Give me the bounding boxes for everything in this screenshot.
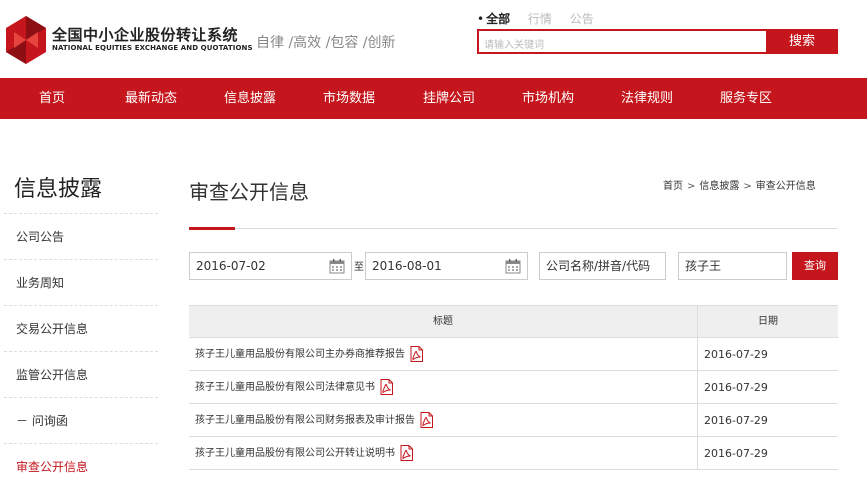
date-range-to-label: 至 (354, 262, 364, 273)
calendar-icon[interactable] (329, 258, 345, 274)
end-date-value: 2016-08-01 (372, 259, 442, 273)
table-header: 标题 日期 (189, 306, 838, 338)
document-date-cell: 2016-07-29 (704, 447, 768, 460)
sidebar-item-regulatory-info[interactable]: 监管公开信息 (4, 351, 158, 397)
document-date-cell: 2016-07-29 (704, 414, 768, 427)
keyword-input[interactable]: 孩子王 (678, 252, 787, 280)
nav-item-laws[interactable]: 法律规则 (621, 78, 673, 119)
sidebar: 信息披露 公司公告 业务周知 交易公开信息 监管公开信息 － 问询函 审查公开信… (0, 119, 160, 499)
search-tab-all[interactable]: 全部 (486, 12, 510, 26)
site-header: 全国中小企业股份转让系统 NATIONAL EQUITIES EXCHANGE … (0, 0, 867, 78)
document-title-cell: 孩子王儿童用品股份有限公司法律意见书 (195, 371, 393, 404)
search-tabs: • 全部 行情 公告 (477, 10, 608, 27)
document-title-link[interactable]: 孩子王儿童用品股份有限公司公开转让说明书 (195, 448, 395, 459)
start-date-value: 2016-07-02 (196, 259, 266, 273)
pdf-icon[interactable] (420, 412, 433, 428)
table-row: 孩子王儿童用品股份有限公司财务报表及审计报告 2016-07-29 (189, 404, 838, 437)
breadcrumb: 首页 > 信息披露 > 审查公开信息 (663, 177, 816, 192)
sidebar-title: 信息披露 (14, 177, 103, 202)
nav-item-services[interactable]: 服务专区 (720, 78, 772, 119)
document-date-cell: 2016-07-29 (704, 348, 768, 361)
sidebar-item-trading-info[interactable]: 交易公开信息 (4, 305, 158, 351)
document-title-cell: 孩子王儿童用品股份有限公司公开转让说明书 (195, 437, 413, 470)
logo-subtitle: NATIONAL EQUITIES EXCHANGE AND QUOTATION… (52, 44, 253, 52)
nav-item-news[interactable]: 最新动态 (125, 78, 177, 119)
main-nav: 首页 最新动态 信息披露 市场数据 挂牌公司 市场机构 法律规则 服务专区 (0, 78, 867, 119)
company-search-field[interactable]: 公司名称/拼音/代码 (539, 252, 666, 280)
pdf-icon[interactable] (400, 445, 413, 461)
page-title: 审查公开信息 (189, 180, 309, 204)
search-input[interactable]: 请输入关键词 (477, 29, 766, 54)
query-button[interactable]: 查询 (792, 252, 838, 280)
document-date-cell: 2016-07-29 (704, 381, 768, 394)
start-date-field[interactable]: 2016-07-02 (189, 252, 352, 280)
document-title-cell: 孩子王儿童用品股份有限公司财务报表及审计报告 (195, 404, 433, 437)
document-title-link[interactable]: 孩子王儿童用品股份有限公司财务报表及审计报告 (195, 415, 415, 426)
document-title-link[interactable]: 孩子王儿童用品股份有限公司法律意见书 (195, 382, 375, 393)
document-title-link[interactable]: 孩子王儿童用品股份有限公司主办券商推荐报告 (195, 349, 405, 360)
title-divider (189, 228, 838, 229)
table-row: 孩子王儿童用品股份有限公司法律意见书 2016-07-29 (189, 371, 838, 404)
search-tab-announcements[interactable]: 公告 (570, 12, 594, 26)
search-tab-quotes[interactable]: 行情 (528, 12, 552, 26)
search-button[interactable]: 搜索 (766, 29, 838, 54)
logo-title: 全国中小企业股份转让系统 (52, 26, 239, 44)
table-row: 孩子王儿童用品股份有限公司主办券商推荐报告 2016-07-29 (189, 338, 838, 371)
nav-item-market-institutions[interactable]: 市场机构 (522, 78, 574, 119)
logo-icon[interactable] (4, 14, 48, 66)
column-divider (697, 437, 698, 469)
pdf-icon[interactable] (380, 379, 393, 395)
breadcrumb-home[interactable]: 首页 (663, 181, 683, 192)
pdf-icon[interactable] (410, 346, 423, 362)
calendar-icon[interactable] (505, 258, 521, 274)
title-accent-bar (189, 227, 235, 230)
results-table: 标题 日期 孩子王儿童用品股份有限公司主办券商推荐报告 2016-07-29 孩… (189, 305, 838, 470)
breadcrumb-separator: > (687, 181, 696, 192)
breadcrumb-current: 审查公开信息 (755, 181, 816, 192)
nav-item-listed-companies[interactable]: 挂牌公司 (423, 78, 475, 119)
nav-item-home[interactable]: 首页 (39, 78, 65, 119)
sidebar-item-business-notices[interactable]: 业务周知 (4, 259, 158, 305)
document-title-cell: 孩子王儿童用品股份有限公司主办券商推荐报告 (195, 338, 423, 371)
column-header-title: 标题 (433, 316, 453, 327)
sidebar-item-inquiry-letters[interactable]: － 问询函 (4, 397, 158, 443)
table-row: 孩子王儿童用品股份有限公司公开转让说明书 2016-07-29 (189, 437, 838, 470)
nav-item-disclosure[interactable]: 信息披露 (224, 78, 276, 119)
sidebar-item-company-announcements[interactable]: 公司公告 (4, 213, 158, 259)
column-divider (697, 371, 698, 403)
slogan: 自律 /高效 /包容 /创新 (256, 35, 396, 51)
breadcrumb-disclosure[interactable]: 信息披露 (699, 181, 739, 192)
breadcrumb-separator: > (743, 181, 752, 192)
nav-item-market-data[interactable]: 市场数据 (323, 78, 375, 119)
sidebar-item-review-info[interactable]: 审查公开信息 (4, 443, 158, 489)
column-divider (697, 338, 698, 370)
end-date-field[interactable]: 2016-08-01 (365, 252, 528, 280)
active-dot-icon: • (477, 12, 485, 26)
column-header-date: 日期 (758, 316, 778, 327)
column-divider (697, 404, 698, 436)
